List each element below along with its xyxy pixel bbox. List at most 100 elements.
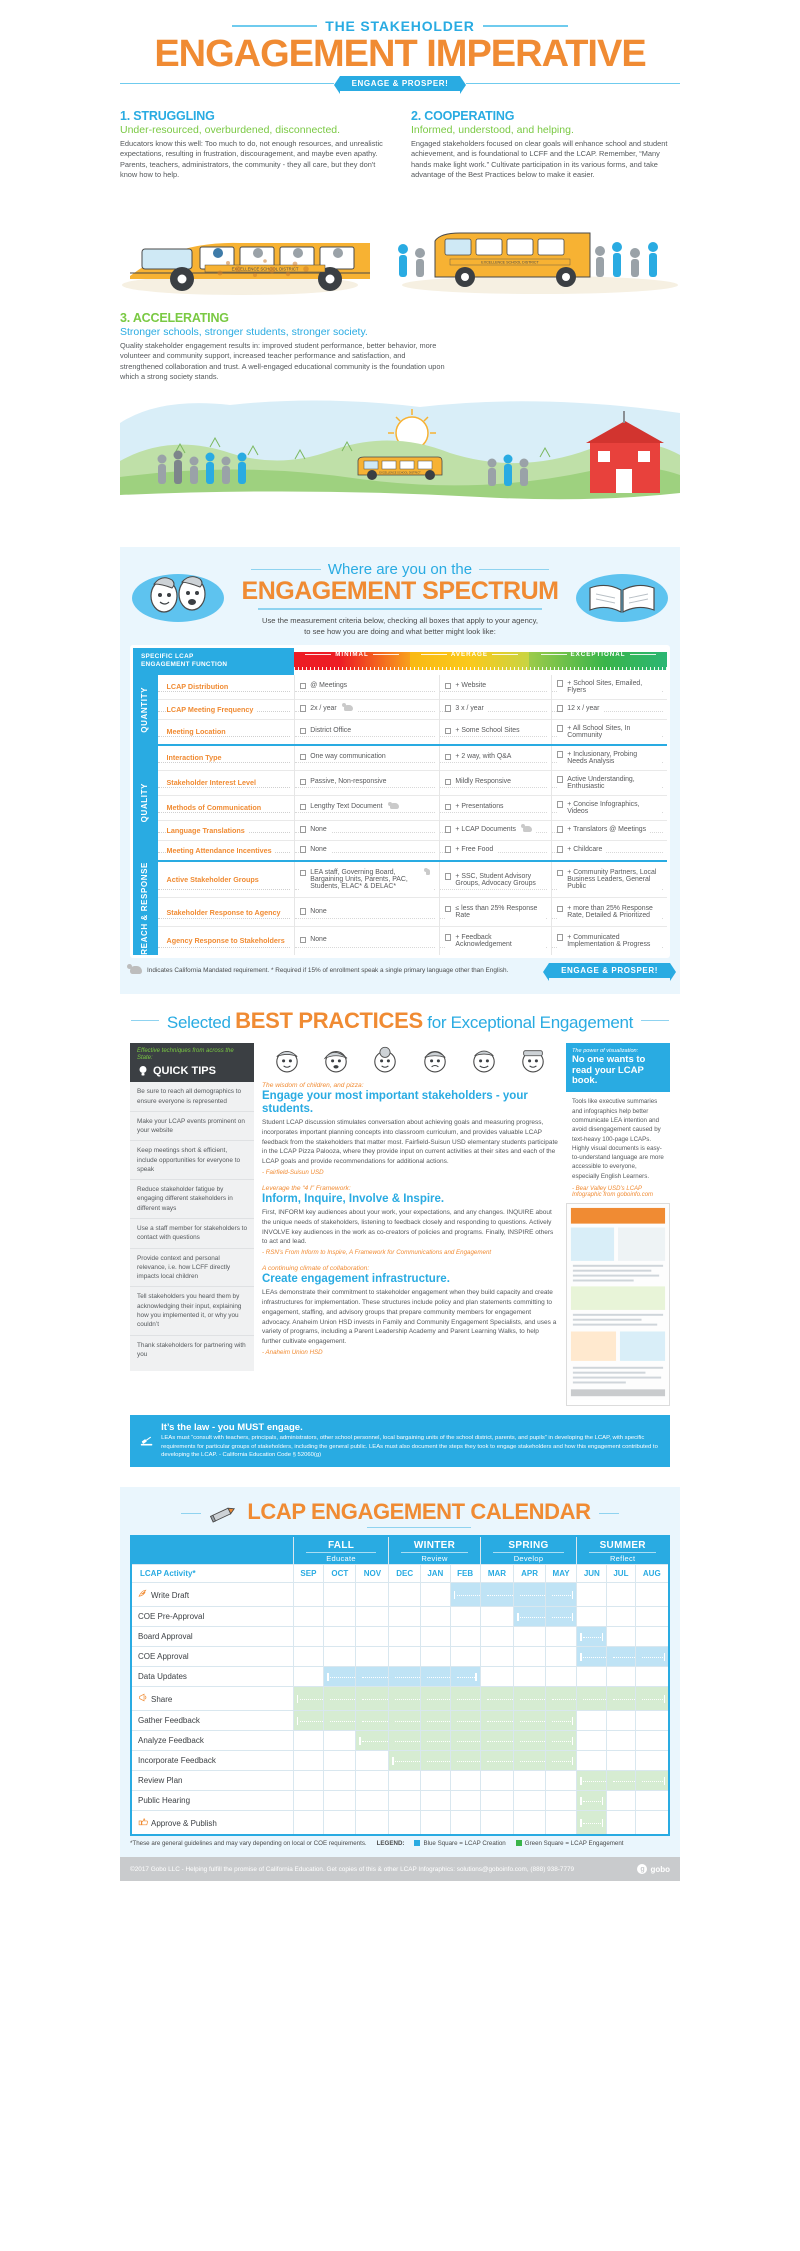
checkbox[interactable] <box>556 776 564 783</box>
calendar-cell[interactable] <box>606 1790 636 1812</box>
calendar-cell-active[interactable] <box>449 1710 481 1732</box>
checkbox[interactable] <box>444 846 452 853</box>
checkbox[interactable] <box>556 705 564 712</box>
calendar-cell[interactable] <box>479 1770 515 1792</box>
spectrum-option-minimal[interactable]: None <box>293 926 440 955</box>
calendar-cell-active[interactable] <box>292 1710 325 1732</box>
calendar-cell-active[interactable] <box>479 1582 515 1608</box>
calendar-cell[interactable] <box>449 1770 481 1792</box>
spectrum-option-exceptional[interactable]: + Translators @ Meetings <box>550 820 667 841</box>
calendar-cell[interactable] <box>355 1810 390 1836</box>
calendar-cell-active[interactable] <box>355 1686 390 1712</box>
calendar-cell[interactable] <box>606 1810 636 1836</box>
calendar-cell-active[interactable] <box>576 1770 608 1792</box>
calendar-cell[interactable] <box>606 1730 636 1752</box>
calendar-cell[interactable] <box>388 1582 421 1608</box>
checkbox[interactable] <box>444 873 452 880</box>
calendar-cell-active[interactable] <box>576 1686 608 1712</box>
calendar-cell[interactable] <box>513 1626 546 1648</box>
spectrum-option-minimal[interactable]: LEA staff, Governing Board, Bargaining U… <box>293 861 440 898</box>
spectrum-option-exceptional[interactable]: Active Understanding, Enthusiastic <box>550 770 667 796</box>
spectrum-option-minimal[interactable]: Passive, Non-responsive <box>293 770 440 796</box>
checkbox[interactable] <box>556 751 564 758</box>
calendar-cell[interactable] <box>576 1582 608 1608</box>
calendar-cell[interactable] <box>544 1810 578 1836</box>
spectrum-option-minimal[interactable]: 2x / year <box>293 699 440 720</box>
calendar-cell-active[interactable] <box>513 1686 546 1712</box>
calendar-cell[interactable] <box>292 1810 325 1836</box>
spectrum-option-minimal[interactable]: Lengthy Text Document <box>293 795 440 821</box>
calendar-cell[interactable] <box>606 1626 636 1648</box>
calendar-cell[interactable] <box>544 1790 578 1812</box>
calendar-cell[interactable] <box>606 1606 636 1628</box>
checkbox[interactable] <box>299 846 307 853</box>
spectrum-option-minimal[interactable]: @ Meetings <box>293 674 440 700</box>
calendar-cell[interactable] <box>388 1606 421 1628</box>
calendar-cell[interactable] <box>323 1810 357 1836</box>
calendar-cell-active[interactable] <box>544 1710 578 1732</box>
spectrum-option-exceptional[interactable]: 12 x / year <box>550 699 667 720</box>
calendar-cell[interactable] <box>292 1626 325 1648</box>
calendar-cell[interactable] <box>449 1810 481 1836</box>
calendar-cell-active[interactable] <box>544 1730 578 1752</box>
calendar-cell[interactable] <box>419 1626 451 1648</box>
calendar-cell-active[interactable] <box>606 1646 636 1668</box>
calendar-cell[interactable] <box>606 1582 636 1608</box>
calendar-cell[interactable] <box>634 1790 670 1812</box>
calendar-cell-active[interactable] <box>292 1686 325 1712</box>
checkbox[interactable] <box>299 753 307 761</box>
calendar-cell[interactable] <box>479 1666 515 1688</box>
calendar-cell-active[interactable] <box>513 1730 546 1752</box>
calendar-cell[interactable] <box>606 1710 636 1732</box>
spectrum-option-minimal[interactable]: One way communication <box>293 745 440 771</box>
spectrum-option-average[interactable]: + LCAP Documents <box>438 820 552 841</box>
calendar-cell-active[interactable] <box>388 1666 421 1688</box>
checkbox[interactable] <box>444 905 452 913</box>
calendar-cell[interactable] <box>544 1770 578 1792</box>
checkbox[interactable] <box>299 727 307 735</box>
calendar-cell[interactable] <box>634 1626 670 1648</box>
calendar-cell[interactable] <box>544 1626 578 1648</box>
calendar-cell-active[interactable] <box>513 1710 546 1732</box>
checkbox[interactable] <box>556 905 564 913</box>
spectrum-option-exceptional[interactable]: + School Sites, Emailed, Flyers <box>550 674 667 700</box>
spectrum-option-exceptional[interactable]: + All School Sites, In Community <box>550 719 667 745</box>
calendar-cell-active[interactable] <box>544 1582 578 1608</box>
calendar-cell[interactable] <box>355 1606 390 1628</box>
checkbox[interactable] <box>299 826 307 833</box>
calendar-cell[interactable] <box>292 1666 325 1688</box>
calendar-cell[interactable] <box>513 1810 546 1836</box>
calendar-cell-active[interactable] <box>355 1710 390 1732</box>
checkbox[interactable] <box>444 727 452 735</box>
calendar-cell[interactable] <box>355 1626 390 1648</box>
spectrum-option-minimal[interactable]: District Office <box>293 719 440 745</box>
calendar-cell-active[interactable] <box>449 1686 481 1712</box>
calendar-cell[interactable] <box>388 1770 421 1792</box>
checkbox[interactable] <box>444 803 452 811</box>
calendar-cell-active[interactable] <box>634 1770 670 1792</box>
calendar-cell-active[interactable] <box>576 1646 608 1668</box>
calendar-cell-active[interactable] <box>449 1750 481 1772</box>
calendar-cell-active[interactable] <box>388 1730 421 1752</box>
calendar-cell-active[interactable] <box>544 1606 578 1628</box>
checkbox[interactable] <box>444 682 452 690</box>
spectrum-option-average[interactable]: + SSC, Student Advisory Groups, Advocacy… <box>438 861 552 898</box>
calendar-cell[interactable] <box>292 1646 325 1668</box>
calendar-cell[interactable] <box>513 1646 546 1668</box>
calendar-cell[interactable] <box>479 1606 515 1628</box>
calendar-cell-active[interactable] <box>606 1686 636 1712</box>
checkbox[interactable] <box>299 908 307 915</box>
calendar-cell[interactable] <box>419 1646 451 1668</box>
calendar-cell[interactable] <box>479 1626 515 1648</box>
calendar-cell-active[interactable] <box>513 1750 546 1772</box>
calendar-cell-active[interactable] <box>388 1710 421 1732</box>
calendar-cell[interactable] <box>513 1790 546 1812</box>
calendar-cell-active[interactable] <box>576 1790 608 1812</box>
calendar-cell[interactable] <box>388 1626 421 1648</box>
calendar-cell[interactable] <box>544 1646 578 1668</box>
spectrum-option-average[interactable]: + Presentations <box>438 795 552 821</box>
calendar-cell-active[interactable] <box>419 1686 451 1712</box>
calendar-cell-active[interactable] <box>513 1606 546 1628</box>
calendar-cell-active[interactable] <box>323 1686 357 1712</box>
calendar-cell[interactable] <box>323 1606 357 1628</box>
